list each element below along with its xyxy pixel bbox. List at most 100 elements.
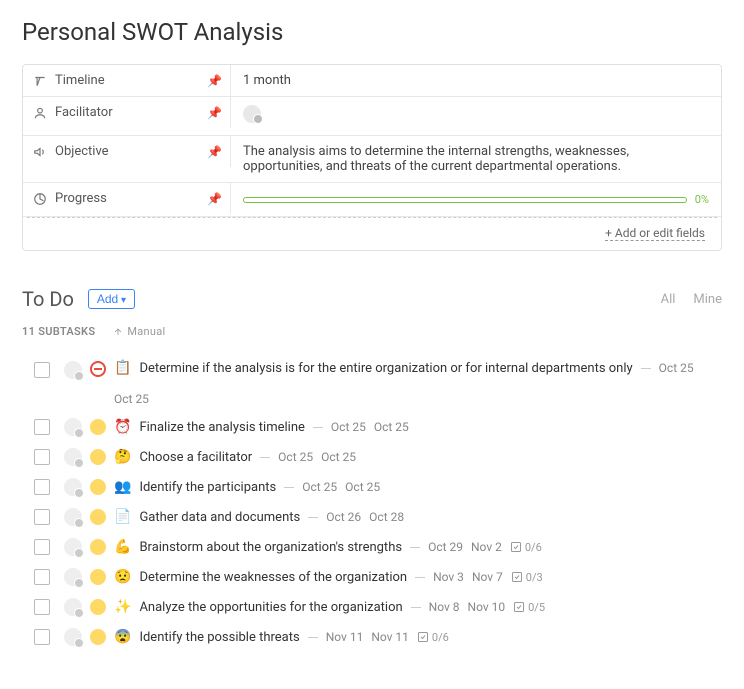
task-title[interactable]: Determine if the analysis is for the ent… — [139, 361, 632, 376]
field-label-progress[interactable]: Progress 📌 — [23, 183, 231, 214]
task-end-date[interactable]: Nov 10 — [468, 600, 506, 614]
task-title[interactable]: Brainstorm about the organization's stre… — [139, 540, 402, 555]
filter-mine[interactable]: Mine — [693, 292, 722, 307]
task-row[interactable]: 💪 Brainstorm about the organization's st… — [22, 532, 722, 562]
progress-icon — [33, 192, 47, 206]
task-title[interactable]: Determine the weaknesses of the organiza… — [139, 570, 407, 585]
task-end-date[interactable]: Oct 28 — [369, 510, 404, 524]
status-pending-icon[interactable] — [90, 479, 106, 495]
status-pending-icon[interactable] — [90, 449, 106, 465]
add-edit-fields[interactable]: + Add or edit fields — [27, 217, 717, 250]
task-title[interactable]: Analyze the opportunities for the organi… — [139, 600, 402, 615]
filter-all[interactable]: All — [661, 292, 676, 307]
progress-percent: 0% — [695, 193, 709, 206]
task-start-date[interactable]: Oct 25 — [659, 361, 694, 375]
task-row[interactable]: 📋 Determine if the analysis is for the e… — [22, 354, 722, 412]
task-end-date[interactable]: Oct 25 — [114, 392, 149, 406]
separator — [308, 517, 318, 518]
task-row[interactable]: 👥 Identify the participants Oct 25 Oct 2… — [22, 472, 722, 502]
field-value-objective[interactable]: The analysis aims to determine the inter… — [231, 136, 721, 182]
task-end-date[interactable]: Nov 11 — [371, 630, 409, 644]
task-checkbox[interactable] — [34, 569, 50, 585]
task-start-date[interactable]: Oct 25 — [331, 420, 366, 434]
assignee-icon[interactable] — [64, 508, 82, 526]
pin-icon[interactable]: 📌 — [207, 74, 222, 88]
task-start-date[interactable]: Oct 26 — [326, 510, 361, 524]
field-label-objective[interactable]: Objective 📌 — [23, 136, 231, 167]
task-checkbox[interactable] — [34, 449, 50, 465]
task-row[interactable]: 😟 Determine the weaknesses of the organi… — [22, 562, 722, 592]
task-emoji: 📄 — [114, 509, 131, 525]
status-blocked-icon[interactable] — [90, 361, 106, 377]
todo-header: To Do Add All Mine — [22, 287, 722, 311]
task-title[interactable]: Choose a facilitator — [139, 450, 252, 465]
assignee-icon[interactable] — [64, 628, 82, 646]
assignee-icon[interactable] — [64, 478, 82, 496]
subtask-count-badge[interactable]: 0/6 — [510, 541, 542, 554]
task-start-date[interactable]: Nov 3 — [433, 570, 464, 584]
status-pending-icon[interactable] — [90, 629, 106, 645]
task-title[interactable]: Gather data and documents — [139, 510, 300, 525]
pin-icon[interactable]: 📌 — [207, 106, 222, 120]
assignee-icon[interactable] — [64, 448, 82, 466]
assignee-icon[interactable] — [64, 538, 82, 556]
separator — [308, 637, 318, 638]
assignee-icon[interactable] — [64, 361, 82, 379]
task-checkbox[interactable] — [34, 362, 50, 378]
filter-group: All Mine — [661, 292, 722, 307]
task-emoji: 😨 — [114, 629, 131, 645]
field-row-facilitator: Facilitator 📌 — [23, 97, 721, 136]
task-end-date[interactable]: Oct 25 — [321, 450, 356, 464]
task-row[interactable]: 📄 Gather data and documents Oct 26 Oct 2… — [22, 502, 722, 532]
task-checkbox[interactable] — [34, 539, 50, 555]
fields-panel: Timeline 📌 1 month Facilitator 📌 Objecti… — [22, 64, 722, 251]
status-pending-icon[interactable] — [90, 509, 106, 525]
field-value-timeline[interactable]: 1 month — [231, 65, 721, 96]
pin-icon[interactable]: 📌 — [207, 145, 222, 159]
task-title[interactable]: Finalize the analysis timeline — [139, 420, 304, 435]
task-end-date[interactable]: Nov 2 — [471, 540, 502, 554]
separator — [260, 457, 270, 458]
subtask-count-badge[interactable]: 0/3 — [511, 571, 543, 584]
assignee-icon[interactable] — [64, 598, 82, 616]
empty-user-icon[interactable] — [243, 105, 261, 123]
task-checkbox[interactable] — [34, 479, 50, 495]
task-checkbox[interactable] — [34, 509, 50, 525]
task-end-date[interactable]: Oct 25 — [374, 420, 409, 434]
task-checkbox[interactable] — [34, 629, 50, 645]
task-start-date[interactable]: Oct 29 — [428, 540, 463, 554]
task-checkbox[interactable] — [34, 599, 50, 615]
progress-bar — [243, 197, 687, 203]
task-row[interactable]: 😨 Identify the possible threats Nov 11 N… — [22, 622, 722, 652]
assignee-icon[interactable] — [64, 568, 82, 586]
separator — [284, 487, 294, 488]
status-pending-icon[interactable] — [90, 599, 106, 615]
task-start-date[interactable]: Nov 8 — [429, 600, 460, 614]
task-row[interactable]: 🤔 Choose a facilitator Oct 25 Oct 25 — [22, 442, 722, 472]
subtask-count-badge[interactable]: 0/6 — [417, 631, 449, 644]
pin-icon[interactable]: 📌 — [207, 192, 222, 206]
field-label-facilitator[interactable]: Facilitator 📌 — [23, 97, 231, 128]
task-checkbox[interactable] — [34, 419, 50, 435]
status-pending-icon[interactable] — [90, 539, 106, 555]
field-value-progress[interactable]: 0% — [231, 183, 721, 216]
task-row[interactable]: ✨ Analyze the opportunities for the orga… — [22, 592, 722, 622]
assignee-icon[interactable] — [64, 418, 82, 436]
task-end-date[interactable]: Nov 7 — [472, 570, 503, 584]
status-pending-icon[interactable] — [90, 569, 106, 585]
task-start-date[interactable]: Oct 25 — [302, 480, 337, 494]
separator — [415, 577, 425, 578]
field-label-timeline[interactable]: Timeline 📌 — [23, 65, 231, 96]
subtask-count-badge[interactable]: 0/5 — [513, 601, 545, 614]
task-row[interactable]: ⏰ Finalize the analysis timeline Oct 25 … — [22, 412, 722, 442]
task-end-date[interactable]: Oct 25 — [345, 480, 380, 494]
task-start-date[interactable]: Nov 11 — [326, 630, 364, 644]
add-button[interactable]: Add — [88, 289, 135, 309]
sort-toggle[interactable]: Manual — [113, 325, 165, 338]
task-title[interactable]: Identify the possible threats — [139, 630, 299, 645]
task-title[interactable]: Identify the participants — [139, 480, 276, 495]
field-value-facilitator[interactable] — [231, 97, 721, 135]
task-start-date[interactable]: Oct 25 — [278, 450, 313, 464]
status-pending-icon[interactable] — [90, 419, 106, 435]
separator — [411, 607, 421, 608]
